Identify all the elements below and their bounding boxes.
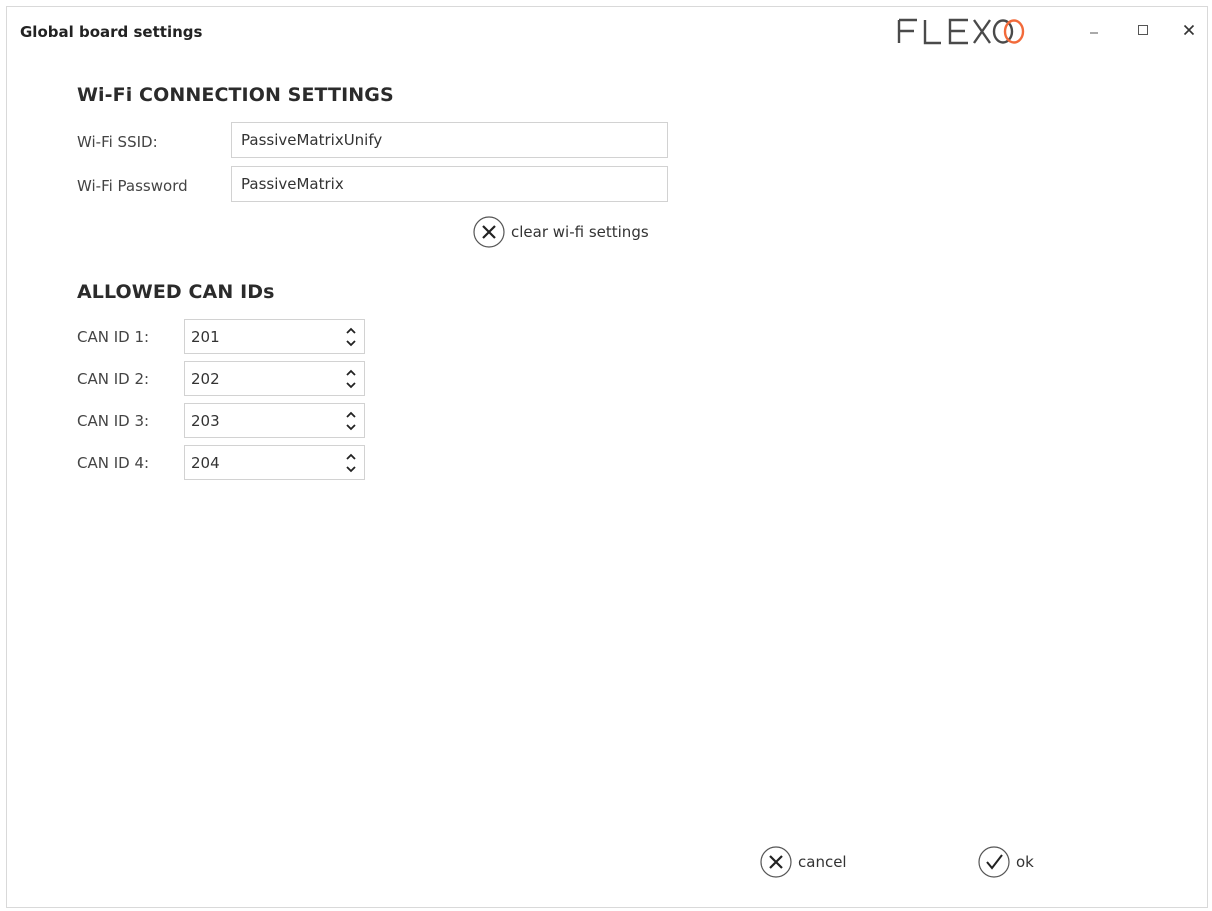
wifi-password-input[interactable] [231,166,668,202]
can-id-1-value[interactable]: 201 [191,328,220,346]
window-title: Global board settings [20,23,203,41]
maximize-icon [1138,25,1148,35]
cancel-circle-x-icon [759,845,793,879]
can-id-2-value[interactable]: 202 [191,370,220,388]
can-id-3-value[interactable]: 203 [191,412,220,430]
wifi-section-heading: Wi-Fi CONNECTION SETTINGS [77,84,394,106]
spinner-up-down-icon[interactable] [344,366,358,392]
title-bar: Global board settings [7,7,1207,57]
clear-circle-x-icon [472,215,506,249]
can-id-1-label: CAN ID 1: [77,328,150,346]
can-id-4-value[interactable]: 204 [191,454,220,472]
spinner-up-down-icon[interactable] [344,324,358,350]
ok-button[interactable]: ok [977,845,1034,879]
clear-wifi-settings-label: clear wi-fi settings [511,223,649,241]
wifi-password-label: Wi-Fi Password [77,177,188,195]
can-section-heading: ALLOWED CAN IDs [77,281,275,303]
maximize-button[interactable] [1128,17,1158,43]
can-id-3-label: CAN ID 3: [77,412,150,430]
close-button[interactable] [1174,17,1204,43]
flexoo-logo [895,13,1035,49]
cancel-button[interactable]: cancel [759,845,847,879]
close-icon [1183,24,1195,36]
clear-wifi-settings-button[interactable]: clear wi-fi settings [472,215,649,249]
minimize-button[interactable] [1079,17,1109,43]
can-id-3-spinner[interactable]: 203 [184,403,365,438]
can-id-4-spinner[interactable]: 204 [184,445,365,480]
cancel-label: cancel [798,853,847,871]
spinner-up-down-icon[interactable] [344,450,358,476]
can-id-4-label: CAN ID 4: [77,454,150,472]
wifi-ssid-label: Wi-Fi SSID: [77,133,158,151]
minimize-icon [1090,32,1098,34]
can-id-2-label: CAN ID 2: [77,370,150,388]
ok-label: ok [1016,853,1034,871]
ok-circle-check-icon [977,845,1011,879]
wifi-ssid-input[interactable] [231,122,668,158]
can-id-1-spinner[interactable]: 201 [184,319,365,354]
can-id-2-spinner[interactable]: 202 [184,361,365,396]
spinner-up-down-icon[interactable] [344,408,358,434]
settings-window: Global board settings Wi-Fi CONNECTION S… [6,6,1208,908]
